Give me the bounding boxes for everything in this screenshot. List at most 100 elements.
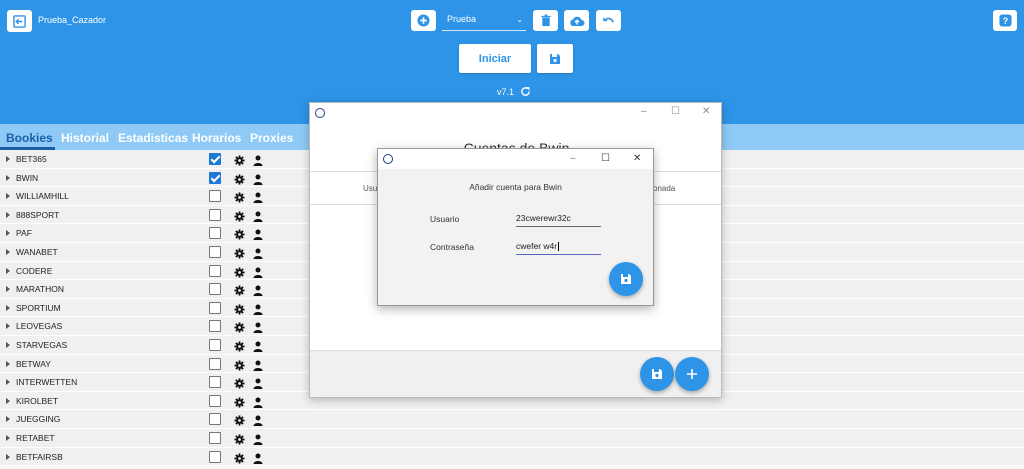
- user-icon[interactable]: [253, 302, 263, 315]
- start-button[interactable]: Iniciar: [459, 44, 531, 73]
- bookie-name: CODERE: [16, 265, 53, 276]
- user-icon[interactable]: [253, 320, 263, 334]
- expand-arrow-icon[interactable]: [6, 453, 10, 460]
- user-icon[interactable]: [253, 376, 263, 390]
- user-icon[interactable]: [253, 395, 263, 408]
- bookie-enabled-checkbox[interactable]: [209, 171, 221, 184]
- user-icon[interactable]: [253, 172, 263, 185]
- user-icon[interactable]: [253, 339, 263, 352]
- user-icon[interactable]: [253, 451, 263, 464]
- close-icon[interactable]: ✕: [633, 153, 641, 164]
- maximize-icon[interactable]: ☐: [671, 106, 680, 117]
- gear-icon[interactable]: [234, 302, 245, 315]
- expand-arrow-icon[interactable]: [6, 341, 10, 348]
- expand-arrow-icon[interactable]: [6, 211, 10, 218]
- minimize-icon[interactable]: –: [641, 106, 647, 117]
- user-input[interactable]: 23cwerewr32c: [516, 213, 601, 227]
- bookie-enabled-checkbox[interactable]: [209, 208, 221, 221]
- expand-arrow-icon[interactable]: [6, 267, 10, 274]
- gear-icon[interactable]: [234, 320, 245, 333]
- version-label: v7.1: [497, 87, 515, 97]
- tab-estadisticas[interactable]: Estadisticas: [118, 131, 188, 145]
- expand-arrow-icon[interactable]: [6, 304, 10, 311]
- bookie-enabled-checkbox[interactable]: [209, 227, 221, 240]
- bookie-enabled-checkbox[interactable]: [209, 450, 221, 463]
- exit-button[interactable]: [7, 10, 32, 32]
- user-icon[interactable]: [253, 227, 263, 241]
- cloud-upload-icon: [569, 16, 584, 26]
- bookie-enabled-checkbox[interactable]: [209, 320, 221, 333]
- delete-profile-button[interactable]: [533, 10, 558, 31]
- gear-icon[interactable]: [234, 153, 245, 166]
- maximize-icon[interactable]: ☐: [601, 153, 610, 164]
- expand-arrow-icon[interactable]: [6, 156, 10, 162]
- add-account-button[interactable]: [675, 357, 709, 391]
- bookie-enabled-checkbox[interactable]: [209, 338, 221, 351]
- save-config-button[interactable]: [537, 44, 573, 73]
- expand-arrow-icon[interactable]: [6, 360, 10, 367]
- gear-icon[interactable]: [234, 413, 245, 426]
- user-icon[interactable]: [253, 190, 263, 204]
- expand-arrow-icon[interactable]: [6, 248, 10, 255]
- gear-icon[interactable]: [234, 451, 245, 464]
- tab-bookies[interactable]: Bookies: [6, 131, 53, 145]
- gear-icon[interactable]: [234, 432, 245, 445]
- bookie-enabled-checkbox[interactable]: [209, 431, 221, 444]
- user-icon[interactable]: [253, 246, 263, 259]
- bookie-enabled-checkbox[interactable]: [209, 413, 221, 426]
- undo-button[interactable]: [596, 10, 621, 31]
- gear-icon[interactable]: [234, 339, 245, 352]
- tab-proxies[interactable]: Proxies: [250, 131, 293, 145]
- gear-icon[interactable]: [234, 358, 245, 371]
- user-icon[interactable]: [253, 265, 263, 278]
- user-icon[interactable]: [253, 358, 263, 371]
- bookie-name: KIROLBET: [16, 395, 59, 406]
- bookie-enabled-checkbox[interactable]: [209, 394, 221, 407]
- gear-icon[interactable]: [234, 209, 245, 222]
- save-accounts-button[interactable]: [640, 357, 674, 391]
- expand-arrow-icon[interactable]: [6, 230, 10, 237]
- gear-icon[interactable]: [234, 172, 245, 185]
- close-icon[interactable]: ✕: [702, 106, 710, 117]
- gear-icon[interactable]: [234, 190, 245, 203]
- add-profile-button[interactable]: [411, 10, 436, 31]
- expand-arrow-icon[interactable]: [6, 286, 10, 293]
- user-icon[interactable]: [253, 283, 263, 297]
- profile-select[interactable]: Prueba ⌄: [442, 10, 526, 31]
- gear-icon[interactable]: [234, 227, 245, 240]
- bookie-enabled-checkbox[interactable]: [209, 283, 221, 296]
- bookie-name: PAF: [16, 228, 32, 239]
- password-input[interactable]: cwefer w4r: [516, 241, 601, 255]
- bookie-enabled-checkbox[interactable]: [209, 301, 221, 314]
- expand-arrow-icon[interactable]: [6, 174, 10, 181]
- user-icon[interactable]: [253, 153, 263, 166]
- tab-historial[interactable]: Historial: [61, 131, 109, 145]
- gear-icon[interactable]: [234, 376, 245, 389]
- bookie-enabled-checkbox[interactable]: [209, 376, 221, 389]
- expand-arrow-icon[interactable]: [6, 193, 10, 200]
- expand-arrow-icon[interactable]: [6, 379, 10, 386]
- bookie-enabled-checkbox[interactable]: [209, 245, 221, 258]
- expand-arrow-icon[interactable]: [6, 434, 10, 441]
- expand-arrow-icon[interactable]: [6, 323, 10, 330]
- bookie-enabled-checkbox[interactable]: [209, 264, 221, 277]
- help-button[interactable]: ?: [993, 10, 1017, 31]
- gear-icon[interactable]: [234, 283, 245, 296]
- bookie-enabled-checkbox[interactable]: [209, 153, 221, 165]
- gear-icon[interactable]: [234, 265, 245, 278]
- bookie-enabled-checkbox[interactable]: [209, 190, 221, 203]
- expand-arrow-icon[interactable]: [6, 397, 10, 404]
- user-icon[interactable]: [253, 432, 263, 445]
- tab-horarios[interactable]: Horarios: [192, 131, 241, 145]
- save-account-button[interactable]: [609, 262, 643, 296]
- gear-icon[interactable]: [234, 246, 245, 259]
- gear-icon[interactable]: [234, 395, 245, 408]
- upload-button[interactable]: [564, 10, 589, 31]
- bookie-enabled-checkbox[interactable]: [209, 357, 221, 370]
- user-icon[interactable]: [253, 413, 263, 427]
- refresh-icon[interactable]: [520, 86, 531, 97]
- minimize-icon[interactable]: –: [570, 153, 576, 164]
- bookie-row: JUEGGING: [0, 410, 1024, 429]
- user-icon[interactable]: [253, 209, 263, 222]
- expand-arrow-icon[interactable]: [6, 416, 10, 423]
